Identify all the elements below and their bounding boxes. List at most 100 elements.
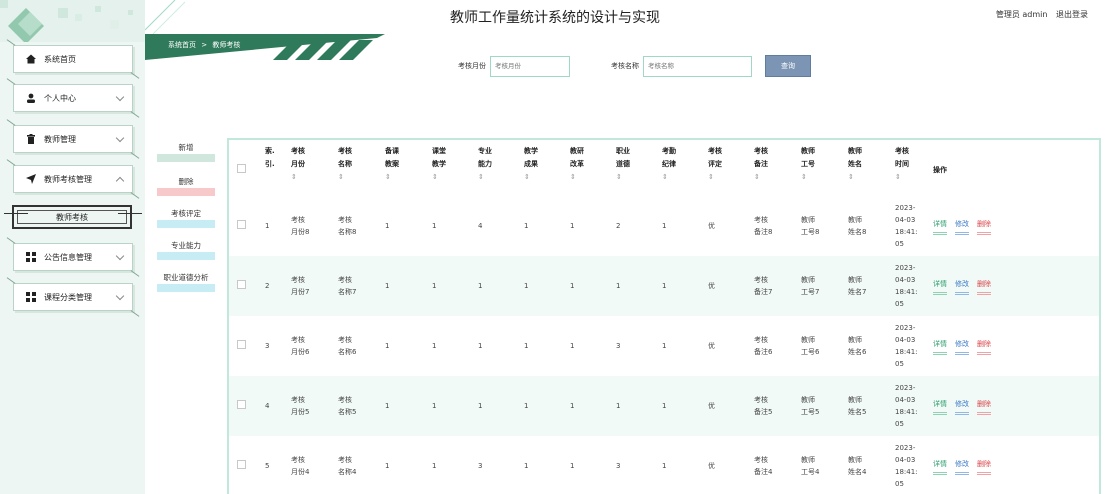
detail-link[interactable]: 详情 <box>933 338 947 355</box>
sidebar-item-label: 公告信息管理 <box>44 252 92 262</box>
sidebar-item-course-category-management[interactable]: 课程分类管理 <box>13 283 133 311</box>
add-button[interactable]: 新增 <box>157 138 215 162</box>
row-checkbox[interactable] <box>237 459 246 469</box>
cell-ability: 3 <box>478 462 483 470</box>
delete-link[interactable]: 删除 <box>977 338 991 355</box>
table-row: 2 考核 月份7 考核 名称7 1 1 1 1 1 1 1 优考核 备注7 教师 工号7 教师 姓名7 2… <box>229 256 1099 316</box>
col-header-index[interactable]: 索. 引. <box>257 140 283 196</box>
cell-attendance: 1 <box>654 256 700 316</box>
select-all-checkbox[interactable] <box>237 163 246 173</box>
sidebar-item-teacher-management[interactable]: 教师管理 <box>13 125 133 153</box>
sort-icon[interactable]: ⇕ <box>895 171 923 184</box>
cell-ability: 1 <box>470 376 516 436</box>
trash-icon <box>26 134 36 144</box>
edit-link[interactable]: 修改 <box>955 458 969 475</box>
cell-month: 考核 月份5 <box>283 376 330 436</box>
col-header-name[interactable]: 考核 名称 ⇕ <box>330 140 377 196</box>
cell-attendance: 1 <box>662 342 667 350</box>
cell-index: 4 <box>257 376 283 436</box>
cell-time: 2023- 04-03 18:41: 05 <box>887 256 925 316</box>
col-header-ability[interactable]: 专业 能力 ⇕ <box>470 140 516 196</box>
col-header-month[interactable]: 考核 月份 ⇕ <box>283 140 330 196</box>
delete-link[interactable]: 删除 <box>977 458 991 475</box>
cell-eval: 优 <box>708 462 715 470</box>
delete-link[interactable]: 删除 <box>977 398 991 415</box>
cell-tname: 教师 姓名5 <box>840 376 887 436</box>
edit-link[interactable]: 修改 <box>955 278 969 295</box>
sort-icon[interactable]: ⇕ <box>570 171 606 184</box>
ethics-analysis-button[interactable]: 职业道德分析 <box>157 268 215 292</box>
action-panel: 新增 删除 考核评定 专业能力 职业道德分析 <box>157 138 215 298</box>
detail-link[interactable]: 详情 <box>933 398 947 415</box>
sort-icon[interactable]: ⇕ <box>616 171 652 184</box>
name-input[interactable] <box>643 55 752 77</box>
col-header-time[interactable]: 考核 时间 ⇕ <box>887 140 925 196</box>
cell-index: 1 <box>265 222 270 230</box>
col-header-eval[interactable]: 考核 评定 ⇕ <box>700 140 746 196</box>
ability-button[interactable]: 专业能力 <box>157 236 215 260</box>
cell-result: 1 <box>524 462 529 470</box>
delete-link[interactable]: 删除 <box>977 278 991 295</box>
sort-icon[interactable]: ⇕ <box>291 171 328 184</box>
sort-icon[interactable]: ⇕ <box>754 171 791 184</box>
sort-icon[interactable]: ⇕ <box>801 171 838 184</box>
edit-link[interactable]: 修改 <box>955 338 969 355</box>
cell-index: 5 <box>265 462 270 470</box>
col-header-prep[interactable]: 备课 教案 ⇕ <box>377 140 424 196</box>
edit-link[interactable]: 修改 <box>955 218 969 235</box>
row-checkbox[interactable] <box>237 279 246 289</box>
table-row: 5 考核 月份4 考核 名称4 1 1 3 1 1 3 1 优 考核 备注4 教师 工号4 教师 姓名4 2… <box>229 436 1099 494</box>
sort-icon[interactable]: ⇕ <box>385 171 422 184</box>
col-header-teacher-name[interactable]: 教师 姓名 ⇕ <box>840 140 887 196</box>
cell-month: 考核 月份7 <box>283 256 330 316</box>
col-header-result[interactable]: 教学 成果 ⇕ <box>516 140 562 196</box>
table-row: 3 考核 月份6 考核 名称6 1 1 1 1 1 3 1 优 考核 备注6 教师 工号6 教师 姓名6 2… <box>229 316 1099 376</box>
breadcrumb-home[interactable]: 系统首页 <box>168 41 196 49</box>
col-header-teach[interactable]: 课堂 教学 ⇕ <box>424 140 470 196</box>
sort-icon[interactable]: ⇕ <box>432 171 468 184</box>
delete-link[interactable]: 删除 <box>977 218 991 235</box>
col-header-remark[interactable]: 考核 备注 ⇕ <box>746 140 793 196</box>
sidebar-subitem-teacher-evaluation[interactable]: 教师考核 <box>4 205 142 229</box>
col-header-attendance[interactable]: 考勤 纪律 ⇕ <box>654 140 700 196</box>
col-header-reform[interactable]: 教研 改革 ⇕ <box>562 140 608 196</box>
delete-button[interactable]: 删除 <box>157 172 215 196</box>
grid-icon <box>26 292 36 302</box>
cell-name: 考核 名称6 <box>338 336 357 356</box>
sidebar-item-home[interactable]: 系统首页 <box>13 45 133 73</box>
query-button[interactable]: 查询 <box>765 55 811 77</box>
detail-link[interactable]: 详情 <box>933 278 947 295</box>
cell-name: 考核 名称5 <box>330 376 377 436</box>
sort-icon[interactable]: ⇕ <box>524 171 560 184</box>
evaluation-button[interactable]: 考核评定 <box>157 204 215 228</box>
row-checkbox[interactable] <box>237 399 246 409</box>
edit-link[interactable]: 修改 <box>955 398 969 415</box>
row-checkbox[interactable] <box>237 219 246 229</box>
cell-ability: 1 <box>470 256 516 316</box>
cell-attendance: 1 <box>662 462 667 470</box>
sort-icon[interactable]: ⇕ <box>478 171 514 184</box>
cell-teach: 1 <box>432 222 437 230</box>
cell-ethics: 3 <box>616 342 621 350</box>
sidebar-item-personal-center[interactable]: 个人中心 <box>13 84 133 112</box>
top-bar: 教师工作量统计系统的设计与实现 管理员 admin 退出登录 <box>145 0 1108 34</box>
cell-remark: 考核 备注5 <box>746 376 793 436</box>
sort-icon[interactable]: ⇕ <box>338 171 375 184</box>
col-header-teacher-id[interactable]: 教师 工号 ⇕ <box>793 140 840 196</box>
sort-icon[interactable]: ⇕ <box>848 171 885 184</box>
col-header-ethics[interactable]: 职业 道德 ⇕ <box>608 140 654 196</box>
detail-link[interactable]: 详情 <box>933 218 947 235</box>
logout-link[interactable]: 退出登录 <box>1056 10 1088 19</box>
detail-link[interactable]: 详情 <box>933 458 947 475</box>
add-button-label: 新增 <box>178 143 194 152</box>
cell-tid: 教师 工号8 <box>801 216 820 236</box>
sidebar-item-teacher-evaluation-management[interactable]: 教师考核管理 <box>13 165 133 193</box>
cell-result: 1 <box>516 376 562 436</box>
sort-icon[interactable]: ⇕ <box>708 171 744 184</box>
sidebar-item-notice-management[interactable]: 公告信息管理 <box>13 243 133 271</box>
breadcrumb: 系统首页 > 教师考核 <box>168 40 240 50</box>
row-checkbox[interactable] <box>237 339 246 349</box>
sort-icon[interactable]: ⇕ <box>662 171 698 184</box>
cell-eval: 优 <box>708 342 715 350</box>
month-input[interactable] <box>490 55 570 77</box>
